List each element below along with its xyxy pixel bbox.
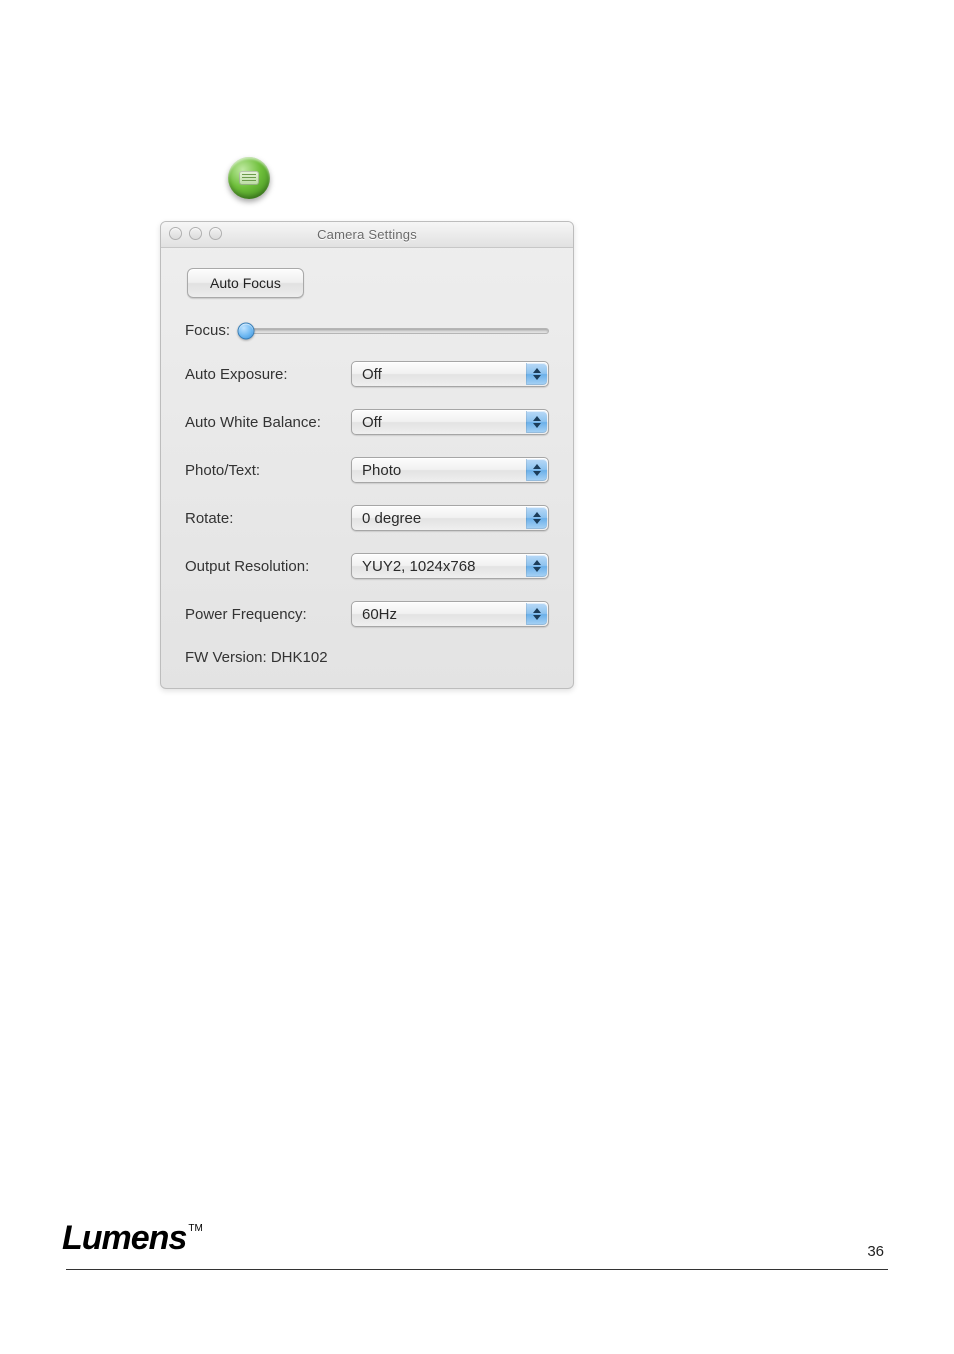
document-icon	[239, 171, 259, 185]
auto-white-balance-value: Off	[362, 414, 382, 431]
minimize-icon[interactable]	[189, 227, 202, 240]
trademark-icon: TM	[188, 1223, 202, 1234]
camera-settings-window: Camera Settings Auto Focus Focus: Auto E…	[160, 221, 574, 689]
footer-divider	[66, 1269, 888, 1270]
fw-version-text: FW Version: DHK102	[185, 649, 549, 666]
stepper-icon	[526, 555, 547, 577]
stepper-icon	[526, 363, 547, 385]
rotate-label: Rotate:	[185, 510, 351, 527]
power-frequency-select[interactable]: 60Hz	[351, 601, 549, 627]
rotate-row: Rotate: 0 degree	[185, 505, 549, 531]
launcher-circle	[228, 157, 270, 199]
auto-exposure-value: Off	[362, 366, 382, 383]
power-frequency-row: Power Frequency: 60Hz	[185, 601, 549, 627]
window-title: Camera Settings	[317, 227, 417, 242]
auto-white-balance-label: Auto White Balance:	[185, 414, 351, 431]
focus-slider-track	[245, 328, 549, 334]
stepper-icon	[526, 459, 547, 481]
brand-text: Lumens	[62, 1219, 186, 1258]
photo-text-select[interactable]: Photo	[351, 457, 549, 483]
close-icon[interactable]	[169, 227, 182, 240]
brand-logo: Lumens TM	[62, 1219, 203, 1258]
photo-text-row: Photo/Text: Photo	[185, 457, 549, 483]
rotate-select[interactable]: 0 degree	[351, 505, 549, 531]
settings-launcher-icon[interactable]	[228, 157, 270, 199]
window-content: Auto Focus Focus: Auto Exposure: Off Aut…	[161, 248, 573, 688]
zoom-icon[interactable]	[209, 227, 222, 240]
auto-exposure-select[interactable]: Off	[351, 361, 549, 387]
focus-label: Focus:	[185, 322, 245, 339]
focus-slider-thumb[interactable]	[238, 322, 255, 339]
auto-white-balance-select[interactable]: Off	[351, 409, 549, 435]
focus-slider[interactable]	[245, 328, 549, 334]
focus-row: Focus:	[185, 322, 549, 339]
auto-focus-button[interactable]: Auto Focus	[187, 268, 304, 298]
traffic-lights	[169, 227, 222, 240]
auto-white-balance-row: Auto White Balance: Off	[185, 409, 549, 435]
page-number: 36	[867, 1243, 884, 1260]
stepper-icon	[526, 507, 547, 529]
output-resolution-label: Output Resolution:	[185, 558, 351, 575]
rotate-value: 0 degree	[362, 510, 421, 527]
output-resolution-select[interactable]: YUY2, 1024x768	[351, 553, 549, 579]
photo-text-value: Photo	[362, 462, 401, 479]
window-titlebar[interactable]: Camera Settings	[161, 222, 573, 248]
output-resolution-value: YUY2, 1024x768	[362, 558, 475, 575]
stepper-icon	[526, 411, 547, 433]
photo-text-label: Photo/Text:	[185, 462, 351, 479]
auto-exposure-label: Auto Exposure:	[185, 366, 351, 383]
auto-exposure-row: Auto Exposure: Off	[185, 361, 549, 387]
output-resolution-row: Output Resolution: YUY2, 1024x768	[185, 553, 549, 579]
power-frequency-label: Power Frequency:	[185, 606, 351, 623]
stepper-icon	[526, 603, 547, 625]
power-frequency-value: 60Hz	[362, 606, 397, 623]
